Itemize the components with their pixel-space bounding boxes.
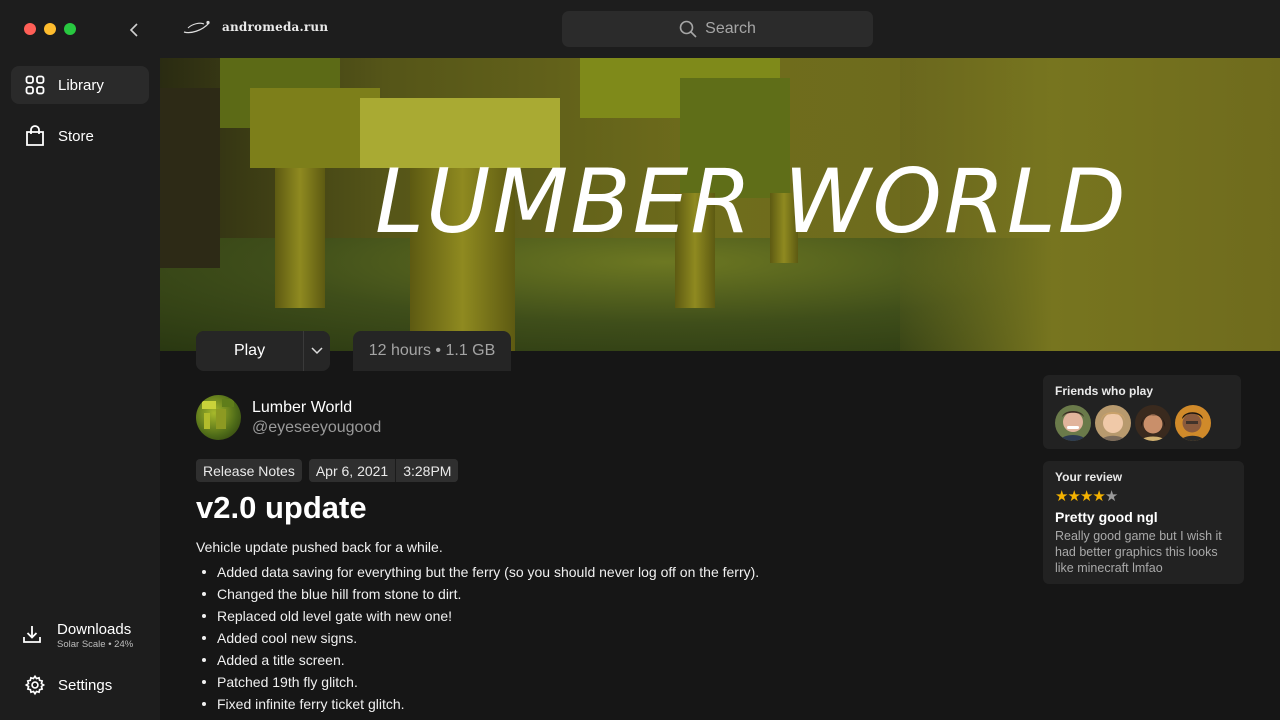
game-avatar[interactable] bbox=[196, 395, 241, 440]
star-icon[interactable]: ★ bbox=[1080, 488, 1093, 505]
sidebar-item-store[interactable]: Store bbox=[11, 117, 149, 155]
list-item: Replaced old level gate with new one! bbox=[201, 605, 759, 627]
play-options-button[interactable] bbox=[304, 331, 330, 371]
chevron-left-icon bbox=[129, 23, 138, 37]
list-item: Patched 19th fly glitch. bbox=[201, 671, 759, 693]
sidebar-item-settings[interactable]: Settings bbox=[11, 666, 149, 704]
list-item: Fixed infinite ferry ticket glitch. bbox=[201, 693, 759, 715]
avatar[interactable] bbox=[1055, 405, 1091, 441]
friends-title: Friends who play bbox=[1055, 384, 1154, 398]
download-icon bbox=[22, 624, 42, 649]
release-time: 3:28PM bbox=[396, 459, 459, 482]
game-name: Lumber World bbox=[252, 399, 353, 416]
game-developer-handle[interactable]: @eyeseeyougood bbox=[252, 419, 381, 437]
avatar[interactable] bbox=[1135, 405, 1171, 441]
maximize-window-button[interactable] bbox=[64, 23, 76, 35]
friend-avatars bbox=[1055, 405, 1229, 441]
downloads-text: Downloads Solar Scale • 24% bbox=[57, 621, 133, 651]
orbit-logo-icon bbox=[183, 20, 210, 34]
search-icon bbox=[679, 20, 697, 38]
sidebar-item-label: Settings bbox=[58, 676, 113, 694]
search-input[interactable]: Search bbox=[562, 11, 873, 47]
avatar[interactable] bbox=[1095, 405, 1131, 441]
close-window-button[interactable] bbox=[24, 23, 36, 35]
release-datetime: Apr 6, 2021 3:28PM bbox=[308, 459, 459, 482]
update-intro: Vehicle update pushed back for a while. bbox=[196, 539, 443, 555]
back-button[interactable] bbox=[124, 20, 144, 40]
friends-card: Friends who play bbox=[1043, 375, 1241, 449]
play-button-group: Play bbox=[196, 331, 330, 371]
sidebar: Library Store Downloads Solar Scale • 24… bbox=[0, 0, 160, 720]
play-button[interactable]: Play bbox=[196, 331, 303, 371]
hero-title: LUMBER WORLD bbox=[375, 150, 1128, 253]
bag-icon bbox=[24, 125, 46, 147]
app-window: Library Store Downloads Solar Scale • 24… bbox=[0, 0, 1280, 720]
sidebar-item-downloads[interactable]: Downloads Solar Scale • 24% bbox=[11, 614, 149, 658]
top-bar: andromeda.run Search bbox=[160, 0, 1280, 58]
gear-icon bbox=[24, 674, 46, 696]
update-title: v2.0 update bbox=[196, 490, 367, 525]
downloads-label: Downloads bbox=[57, 621, 132, 638]
release-date: Apr 6, 2021 bbox=[308, 459, 396, 482]
search-placeholder: Search bbox=[705, 20, 756, 37]
minimize-window-button[interactable] bbox=[44, 23, 56, 35]
list-item: Changed the blue hill from stone to dirt… bbox=[201, 583, 759, 605]
review-body: Really good game but I wish it had bette… bbox=[1055, 529, 1222, 575]
star-icon[interactable]: ★ bbox=[1105, 488, 1118, 505]
sidebar-item-library[interactable]: Library bbox=[11, 66, 149, 104]
playtime-info: 12 hours • 1.1 GB bbox=[353, 331, 511, 371]
hero-scene-pillar bbox=[275, 168, 325, 308]
brand-logo[interactable]: andromeda.run bbox=[182, 19, 328, 35]
sidebar-item-label: Store bbox=[58, 127, 94, 145]
avatar[interactable] bbox=[1175, 405, 1211, 441]
chevron-down-icon bbox=[311, 347, 323, 355]
list-item: Added data saving for everything but the… bbox=[201, 561, 759, 583]
star-icon[interactable]: ★ bbox=[1092, 488, 1105, 505]
release-notes-tag: Release Notes bbox=[196, 459, 302, 482]
list-item: Added a title screen. bbox=[201, 649, 759, 671]
release-meta: Release Notes Apr 6, 2021 3:28PM bbox=[196, 459, 459, 482]
star-rating[interactable]: ★★★★★ bbox=[1055, 489, 1232, 505]
star-icon[interactable]: ★ bbox=[1067, 488, 1080, 505]
window-controls bbox=[24, 23, 76, 35]
hero-banner: LUMBER WORLD bbox=[160, 58, 1280, 351]
list-item: Added cool new signs. bbox=[201, 627, 759, 649]
brand-name: andromeda.run bbox=[222, 20, 329, 34]
review-headline: Pretty good ngl bbox=[1055, 509, 1158, 525]
review-card[interactable]: Your review ★★★★★ Pretty good ngl Really… bbox=[1043, 461, 1244, 584]
hero-scene-block bbox=[160, 88, 220, 268]
star-icon[interactable]: ★ bbox=[1055, 488, 1068, 505]
downloads-status: Solar Scale • 24% bbox=[57, 639, 134, 650]
review-title: Your review bbox=[1055, 470, 1123, 484]
grid-icon bbox=[24, 74, 46, 96]
game-avatar-art bbox=[202, 399, 234, 429]
release-notes-list: Added data saving for everything but the… bbox=[201, 561, 759, 715]
sidebar-item-label: Library bbox=[58, 76, 104, 94]
